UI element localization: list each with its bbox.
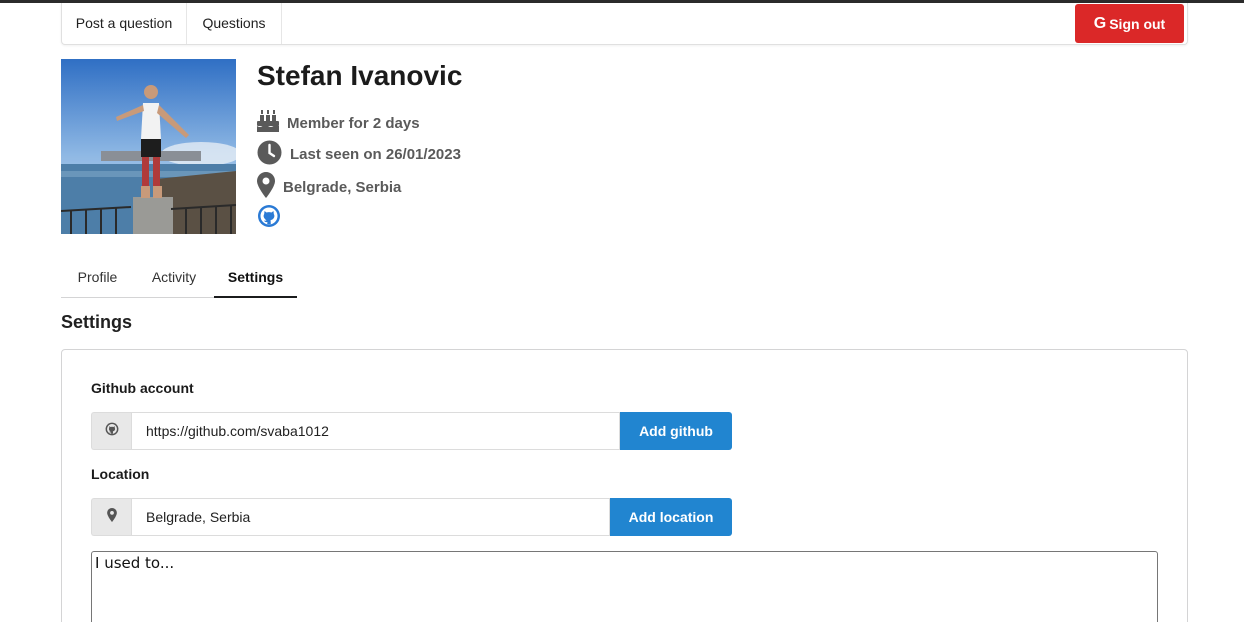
github-addon — [91, 412, 131, 450]
last-seen-row: Last seen on 26/01/2023 — [257, 140, 461, 169]
tab-profile[interactable]: Profile — [61, 258, 134, 298]
nav-post-question[interactable]: Post a question — [62, 3, 187, 44]
avatar — [61, 59, 236, 234]
add-github-button[interactable]: Add github — [620, 412, 732, 450]
location-label: Location — [91, 466, 150, 482]
cake-icon — [257, 110, 279, 136]
add-location-button[interactable]: Add location — [610, 498, 732, 536]
location-input[interactable] — [131, 498, 610, 536]
profile-tabs: Profile Activity Settings — [61, 258, 297, 298]
clock-icon — [257, 140, 282, 169]
profile-name: Stefan Ivanovic — [257, 60, 463, 91]
github-input-group: Add github — [91, 412, 732, 450]
location-addon — [91, 498, 131, 536]
location-input-group: Add location — [91, 498, 732, 536]
sign-out-button[interactable]: G Sign out — [1075, 4, 1184, 43]
github-row — [257, 204, 289, 232]
tab-settings[interactable]: Settings — [214, 258, 297, 298]
bio-textarea[interactable]: I used to... — [91, 551, 1158, 622]
map-pin-icon — [106, 507, 117, 527]
tab-activity[interactable]: Activity — [134, 258, 214, 298]
settings-title: Settings — [61, 312, 133, 332]
location-text: Belgrade, Serbia — [283, 178, 402, 196]
nav-questions[interactable]: Questions — [187, 3, 282, 44]
github-account-label: Github account — [91, 380, 194, 396]
map-pin-icon — [257, 172, 275, 202]
github-url-input[interactable] — [131, 412, 620, 450]
last-seen-text: Last seen on 26/01/2023 — [290, 146, 461, 163]
github-icon[interactable] — [257, 204, 281, 232]
member-since-text: Member for 2 days — [287, 114, 420, 132]
github-icon — [105, 422, 119, 441]
location-row: Belgrade, Serbia — [257, 172, 401, 202]
google-icon: G — [1093, 14, 1107, 32]
settings-card: Github account Add github Location — [61, 349, 1188, 622]
sign-out-label: Sign out — [1109, 15, 1166, 32]
member-since-row: Member for 2 days — [257, 110, 420, 136]
top-navbar: Post a question Questions G Sign out — [61, 3, 1188, 45]
